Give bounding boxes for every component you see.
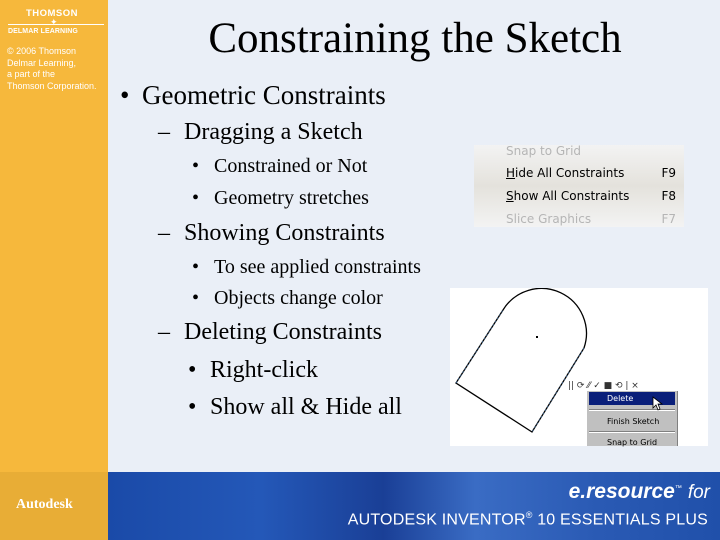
menu-item-label: Show All Constraints — [506, 189, 629, 203]
bullet-text: Right-click — [210, 357, 318, 383]
context-menu-snap-to-grid: Snap to Grid — [607, 438, 658, 447]
menu-shortcut: F9 — [661, 166, 676, 180]
for-text: for — [687, 482, 710, 503]
context-menu-finish-sketch: Finish Sketch — [607, 417, 660, 426]
menu-shortcut: F7 — [661, 212, 676, 226]
sketch-line-highlight — [455, 309, 585, 433]
star-icon: ✦ — [50, 17, 58, 27]
bullet-level1: • Geometric Constraints — [120, 80, 386, 111]
bullet-level3: • Objects change color — [192, 287, 383, 310]
sketch-profile — [455, 287, 588, 433]
center-point — [536, 336, 538, 338]
menu-item-label: Hide All Constraints — [506, 166, 624, 180]
publisher-logo: THOMSON ✦ DELMAR LEARNING — [8, 8, 104, 35]
copyright-line: Thomson Corporation. — [7, 80, 97, 91]
eresource-text: e.resource — [568, 480, 675, 503]
copyright-line: a part of the — [7, 69, 56, 79]
menu-item-label: Slice Graphics — [506, 212, 592, 226]
bullet-text: Geometric Constraints — [142, 80, 386, 110]
bullet-marker: – — [158, 119, 170, 145]
copyright-line: Delmar Learning, — [7, 57, 77, 68]
mnemonic: S — [506, 189, 514, 203]
slide-title: Constraining the Sketch — [208, 15, 622, 62]
trademark-mark: ™ — [674, 485, 682, 492]
menu-item-snap-to-grid: Snap to Grid — [506, 144, 676, 158]
label-rest: how All Constraints — [513, 189, 630, 203]
menu-item-show-all-constraints: Show All Constraints F8 — [506, 189, 676, 203]
context-menu: Delete Finish Sketch Snap to Grid — [586, 391, 678, 447]
menu-item-label: Snap to Grid — [506, 144, 582, 158]
bullet-marker: • — [192, 287, 200, 309]
bullet-marker: – — [158, 220, 170, 246]
mnemonic: H — [506, 166, 516, 180]
bullet-marker: • — [120, 80, 130, 110]
bullet-level2: – Showing Constraints — [158, 220, 385, 247]
bullet-text: Constrained or Not — [214, 155, 368, 177]
menu-item-hide-all-constraints: Hide All Constraints F9 — [506, 166, 676, 180]
bullet-level3: • Constrained or Not — [192, 155, 367, 178]
bullet-text: Show all & Hide all — [210, 394, 402, 420]
bullet-level3: • Geometry stretches — [192, 187, 369, 210]
copyright-notice: © 2006 Thomson Delmar Learning, a part o… — [7, 46, 107, 92]
bullet-text: Objects change color — [214, 287, 383, 309]
product-name: AUTODESK INVENTOR — [347, 511, 526, 529]
label-rest: ide All Constraints — [515, 166, 625, 180]
bullet-text: Geometry stretches — [214, 187, 369, 209]
product-edition: 10 ESSENTIALS PLUS — [532, 511, 708, 529]
bullet-marker: – — [158, 319, 170, 345]
autodesk-logo: Autodesk — [16, 497, 73, 512]
bullet-level2: – Dragging a Sketch — [158, 119, 363, 146]
constraints-menu-screenshot: Snap to Grid Hide All Constraints F9 Show… — [474, 144, 684, 227]
eresource-logo: e.resource™ for — [569, 480, 710, 504]
publisher-subname: DELMAR LEARNING — [8, 28, 78, 35]
logo-divider: ✦ — [8, 17, 104, 28]
bullet-marker: • — [192, 187, 200, 209]
bullet-marker: • — [188, 357, 197, 383]
mouse-cursor-icon — [652, 396, 664, 411]
bullet-marker: • — [188, 394, 197, 420]
bullet-level2: – Deleting Constraints — [158, 319, 382, 346]
bullet-marker: • — [192, 155, 200, 177]
menu-item-slice-graphics: Slice Graphics F7 — [506, 212, 676, 226]
bullet-text: Deleting Constraints — [184, 319, 382, 345]
bullet-text: Dragging a Sketch — [184, 119, 363, 145]
registered-mark: ® — [525, 510, 533, 520]
menu-separator — [589, 431, 675, 433]
menu-shortcut: F8 — [661, 189, 676, 203]
product-title: AUTODESK INVENTOR® 10 ESSENTIALS PLUS — [348, 510, 708, 529]
bullet-level2: • Right-click — [188, 357, 318, 384]
bullet-marker: • — [192, 256, 200, 278]
bullet-level3: • To see applied constraints — [192, 256, 421, 279]
copyright-line: © 2006 Thomson — [7, 46, 77, 56]
bullet-text: Showing Constraints — [184, 220, 385, 246]
bullet-level2: • Show all & Hide all — [188, 394, 402, 421]
bullet-text: To see applied constraints — [214, 256, 421, 278]
